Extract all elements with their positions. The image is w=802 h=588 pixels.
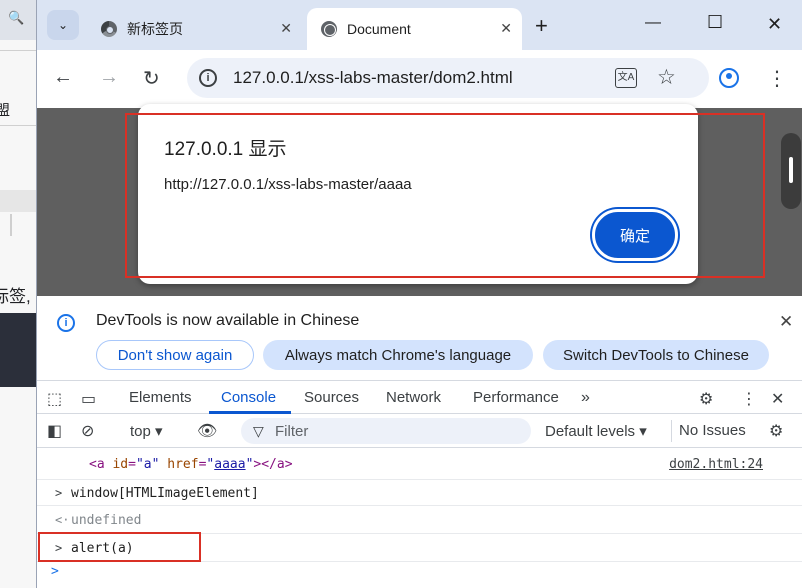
tab-console[interactable]: Console <box>221 389 276 406</box>
context-selector[interactable]: top ▾ <box>130 422 163 440</box>
tab-document[interactable]: Document ✕ <box>307 8 522 50</box>
background-window: 🔍 盟 标签, <box>0 0 36 588</box>
url-text[interactable]: 127.0.0.1/xss-labs-master/dom2.html <box>233 68 513 88</box>
browser-toolbar: ← → ↻ i 127.0.0.1/xss-labs-master/dom2.h… <box>37 50 802 108</box>
divider <box>671 420 672 442</box>
filter-placeholder: Filter <box>275 423 309 440</box>
dont-show-again-button[interactable]: Don't show again <box>96 340 254 370</box>
console-output: <a id="a" href="aaaa"></a> dom2.html:24 … <box>37 448 802 588</box>
profile-icon[interactable] <box>719 68 739 88</box>
tab-elements[interactable]: Elements <box>129 389 192 406</box>
minimize-icon[interactable]: — <box>645 14 661 32</box>
infobar-message: DevTools is now available in Chinese <box>96 312 360 329</box>
tab-new-tab[interactable]: 新标签页 ✕ <box>87 8 302 50</box>
alert-highlight-box <box>125 113 765 278</box>
console-settings-icon[interactable]: ⚙ <box>769 421 783 441</box>
close-icon[interactable]: ✕ <box>500 20 512 37</box>
chevron-down-icon: ⌄ <box>57 18 69 32</box>
command-highlight-box <box>38 532 201 562</box>
background-text: 盟 <box>0 102 10 118</box>
chrome-icon <box>101 21 117 37</box>
browser-window: ⌄ 新标签页 ✕ Document ✕ + — ☐ ✕ ← → ↻ i 127.… <box>36 0 802 588</box>
translate-icon[interactable]: 文A <box>615 68 637 88</box>
sidebar-toggle-icon[interactable]: ◧ <box>47 421 62 441</box>
background-bar <box>10 214 12 236</box>
search-icon: 🔍 <box>8 10 25 25</box>
site-info-icon[interactable]: i <box>199 69 217 87</box>
back-icon[interactable]: ← <box>53 66 73 89</box>
tab-network[interactable]: Network <box>386 389 441 406</box>
filter-icon: ▽ <box>253 423 264 439</box>
divider <box>0 50 36 51</box>
inspect-element-icon[interactable]: ⬚ <box>47 389 62 409</box>
close-icon[interactable]: ✕ <box>771 389 784 409</box>
levels-label: Default levels <box>545 423 636 440</box>
background-text: 标签, <box>0 287 31 306</box>
log-levels-dropdown[interactable]: Default levels ▾ <box>545 422 647 440</box>
more-tabs-icon[interactable]: » <box>581 389 590 407</box>
divider <box>0 125 36 126</box>
console-command: window[HTMLImageElement] <box>71 486 259 501</box>
scrollbar[interactable] <box>781 133 801 209</box>
devtools-tab-bar: ⬚ ▭ Elements Console Sources Network Per… <box>37 380 802 414</box>
console-prompt[interactable]: > <box>51 564 59 579</box>
tab-label: Document <box>347 21 411 37</box>
forward-icon[interactable]: → <box>99 66 119 89</box>
clear-console-icon[interactable]: ⊘ <box>81 421 94 441</box>
background-dark-panel <box>0 313 36 387</box>
maximize-icon[interactable]: ☐ <box>707 12 723 33</box>
filter-input[interactable]: ▽ Filter <box>241 418 531 444</box>
source-link[interactable]: dom2.html:24 <box>669 457 763 472</box>
issues-counter[interactable]: No Issues <box>679 422 746 439</box>
more-menu-icon[interactable]: ⋮ <box>741 389 757 409</box>
tab-performance[interactable]: Performance <box>473 389 559 406</box>
close-window-icon[interactable]: ✕ <box>767 14 782 35</box>
console-result: undefined <box>71 513 142 528</box>
close-icon[interactable]: ✕ <box>779 312 793 332</box>
console-row: > window[HTMLImageElement] <box>37 480 802 506</box>
reload-icon[interactable]: ↻ <box>143 66 160 91</box>
switch-to-chinese-button[interactable]: Switch DevTools to Chinese <box>543 340 769 370</box>
always-match-language-button[interactable]: Always match Chrome's language <box>263 340 533 370</box>
context-label: top <box>130 423 151 440</box>
devtools-infobar: i DevTools is now available in Chinese ✕… <box>37 296 802 380</box>
console-row: <· undefined <box>37 506 802 534</box>
info-icon: i <box>57 314 75 332</box>
globe-icon <box>321 21 337 37</box>
console-toolbar: ◧ ⊘ top ▾ 👁 ▽ Filter Default levels ▾ No… <box>37 414 802 448</box>
background-band <box>0 190 36 212</box>
new-tab-button[interactable]: + <box>535 13 548 39</box>
more-menu-icon[interactable]: ⋮ <box>767 66 787 91</box>
chevron-right-icon: > <box>55 486 63 500</box>
gear-icon[interactable]: ⚙ <box>699 389 713 409</box>
device-toolbar-icon[interactable]: ▭ <box>81 389 96 409</box>
bookmark-star-icon[interactable]: ☆ <box>657 65 676 90</box>
result-arrow-icon: <· <box>55 513 70 527</box>
console-row: <a id="a" href="aaaa"></a> dom2.html:24 <box>37 448 802 480</box>
element-log[interactable]: <a id="a" href="aaaa"></a> <box>89 457 293 472</box>
tab-sources[interactable]: Sources <box>304 389 359 406</box>
tab-strip: ⌄ 新标签页 ✕ Document ✕ + — ☐ ✕ <box>37 0 802 50</box>
close-icon[interactable]: ✕ <box>280 20 292 37</box>
eye-icon[interactable]: 👁 <box>197 421 217 441</box>
address-bar[interactable]: i 127.0.0.1/xss-labs-master/dom2.html 文A… <box>187 58 709 98</box>
tab-label: 新标签页 <box>127 21 183 37</box>
tab-search-button[interactable]: ⌄ <box>47 10 79 40</box>
